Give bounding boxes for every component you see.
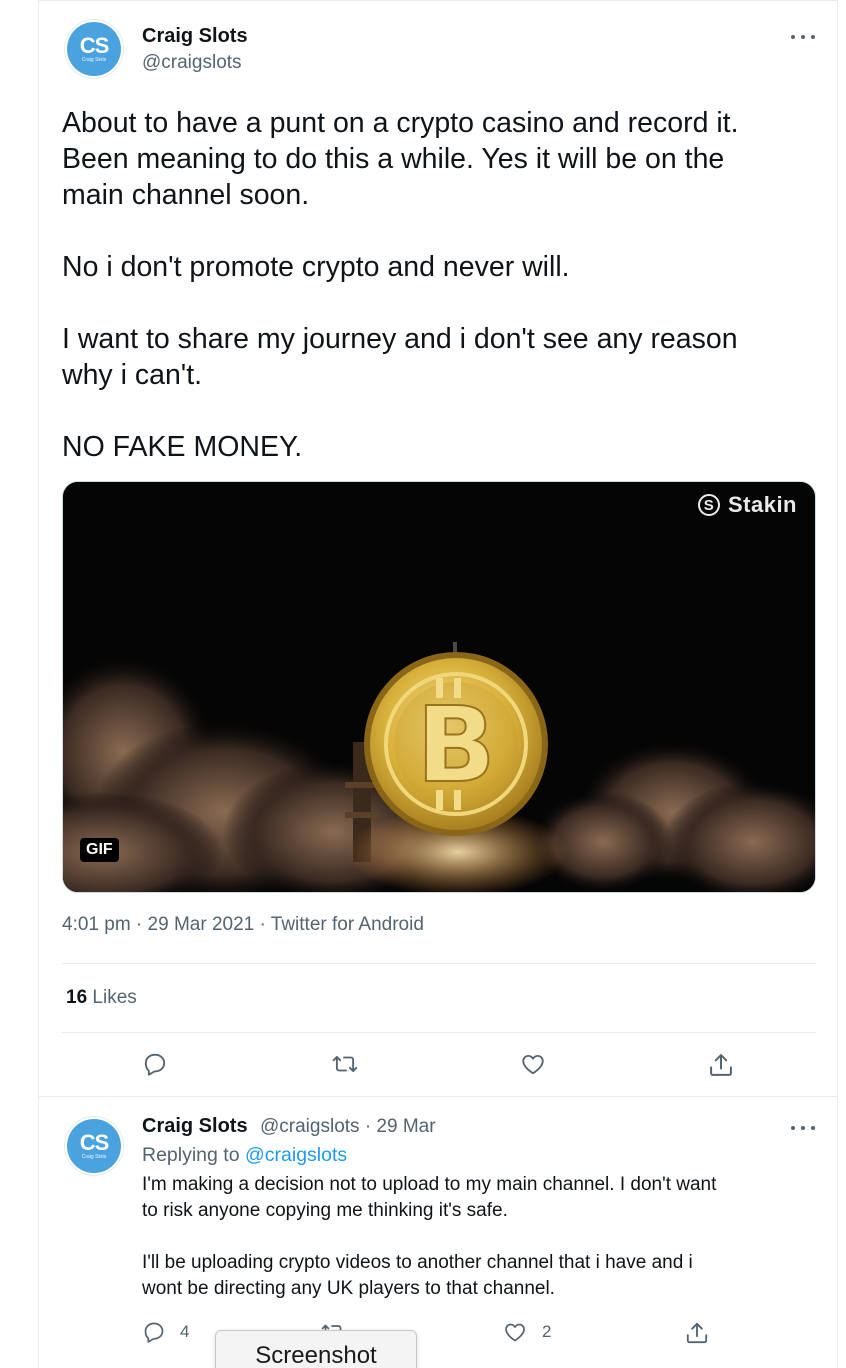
gif-scene: B [63,482,815,892]
divider [62,963,816,964]
more-icon[interactable] [791,31,815,43]
likes-label: Likes [92,987,137,1008]
author-handle[interactable]: @craigslots [142,52,242,74]
reply-author-avatar[interactable]: CS Craig Slots [64,1116,124,1176]
like-button[interactable] [519,1051,547,1077]
share-button[interactable] [707,1051,735,1079]
media-watermark: S Stakin [697,492,797,518]
author-name[interactable]: Craig Slots [142,25,248,48]
more-icon[interactable] [791,1122,815,1134]
reply-button[interactable] [142,1051,168,1077]
reply-share-button[interactable] [684,1320,710,1346]
divider [62,1032,816,1033]
reply-paragraph: I'm making a decision not to upload to m… [142,1174,717,1221]
tooltip-label: Screenshot [255,1342,377,1368]
retweet-button[interactable] [331,1051,359,1077]
author-avatar[interactable]: CS Craig Slots [64,19,124,79]
like-icon [522,1054,544,1075]
avatar-logo: CS Craig Slots [67,22,121,76]
divider [39,1096,837,1097]
tweet-paragraph: I want to share my journey and i don't s… [62,323,738,391]
avatar-subtitle: Craig Slots [81,57,107,63]
replying-to: Replying to @craigslots [142,1144,347,1167]
tweet-paragraph: No i don't promote crypto and never will… [62,251,570,283]
reply-author-handle[interactable]: @craigslots · 29 Mar [260,1116,436,1138]
reply-date: · 29 Mar [364,1116,436,1137]
svg-text:B: B [416,684,495,806]
retweet-icon [332,1056,358,1072]
reply-count: 4 [180,1322,190,1341]
replying-to-link[interactable]: @craigslots [245,1144,347,1166]
likes-count[interactable]: 16 Likes [66,987,137,1009]
stakin-logo-icon: S [697,494,720,516]
reply-icon [144,1053,166,1076]
reply-paragraph: I'll be uploading crypto videos to anoth… [142,1252,693,1299]
reply-body: I'm making a decision not to upload to m… [142,1172,822,1302]
tweet-paragraph: About to have a punt on a crypto casino … [62,107,739,211]
tweet-timestamp[interactable]: 4:01 pm · 29 Mar 2021 · Twitter for Andr… [62,914,424,936]
avatar-subtitle: Craig Slots [81,1154,107,1160]
like-icon [505,1323,525,1342]
gif-badge: GIF [80,838,119,862]
reply-like-button[interactable]: 2 [502,1320,551,1344]
avatar-monogram: CS [79,1130,110,1155]
avatar-monogram: CS [79,33,110,58]
tweet-paragraph: NO FAKE MONEY. [62,431,303,463]
likes-number: 16 [66,987,88,1008]
replying-prefix: Replying to [142,1144,240,1166]
tweet-media-gif[interactable]: B S Stakin GIF [62,481,816,893]
screenshot-tooltip: Screenshot [215,1330,417,1368]
reply-handle-text: @craigslots [260,1116,360,1137]
reply-like-count: 2 [542,1322,552,1341]
avatar-logo: CS Craig Slots [67,1119,121,1173]
tweet-body: About to have a punt on a crypto casino … [62,105,822,465]
share-icon [710,1054,732,1076]
share-icon [686,1322,708,1344]
watermark-text: Stakin [727,492,797,517]
reply-icon [144,1322,164,1343]
reply-author-name[interactable]: Craig Slots [142,1115,248,1138]
reply-reply-button[interactable]: 4 [142,1320,189,1344]
bitcoin-icon: B [364,652,548,836]
